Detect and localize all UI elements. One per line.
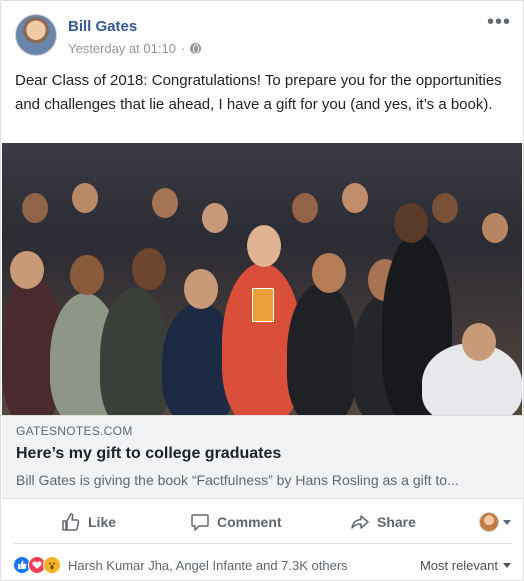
action-bar: Like Comment Share	[13, 501, 511, 544]
comment-label: Comment	[217, 514, 282, 530]
more-options-icon[interactable]: •••	[487, 12, 511, 32]
post-card: Bill Gates Yesterday at 01:10 · ••• Dear…	[0, 0, 524, 581]
chevron-down-icon	[503, 519, 511, 525]
comment-bubble-icon	[191, 514, 209, 531]
post-text: Dear Class of 2018: Congratulations! To …	[15, 72, 502, 113]
reaction-names[interactable]: Harsh Kumar Jha, Angel Infante and 7.3K …	[68, 558, 348, 573]
post-meta: Yesterday at 01:10 ·	[68, 41, 202, 56]
comment-sort-dropdown[interactable]: Most relevant	[420, 558, 511, 573]
reaction-icons[interactable]	[13, 556, 61, 574]
like-button[interactable]: Like	[61, 512, 116, 532]
link-title[interactable]: Here’s my gift to college graduates	[16, 445, 281, 463]
comment-button[interactable]: Comment	[190, 512, 282, 532]
post-timestamp[interactable]: Yesterday at 01:10	[68, 41, 176, 56]
reactions-footer: Harsh Kumar Jha, Angel Infante and 7.3K …	[13, 553, 511, 577]
author-name[interactable]: Bill Gates	[68, 18, 137, 35]
author-avatar[interactable]	[15, 14, 57, 56]
post-header: Bill Gates Yesterday at 01:10 · •••	[15, 12, 511, 58]
share-arrow-icon	[351, 515, 369, 529]
share-label: Share	[377, 514, 416, 530]
link-preview[interactable]: GATESNOTES.COM Here’s my gift to college…	[2, 415, 522, 499]
thumbs-up-icon	[62, 513, 80, 531]
page-avatar-icon	[479, 512, 499, 532]
sort-label: Most relevant	[419, 557, 498, 573]
link-domain: GATESNOTES.COM	[16, 424, 133, 438]
globe-icon[interactable]	[190, 43, 202, 54]
wow-reaction-icon	[43, 556, 61, 574]
chevron-down-icon	[503, 562, 511, 568]
link-description: Bill Gates is giving the book “Factfulne…	[16, 472, 459, 488]
react-as-selector[interactable]	[479, 512, 511, 532]
post-photo[interactable]	[2, 143, 522, 415]
like-label: Like	[88, 514, 117, 530]
meta-separator: ·	[180, 41, 186, 56]
share-button[interactable]: Share	[350, 512, 416, 532]
